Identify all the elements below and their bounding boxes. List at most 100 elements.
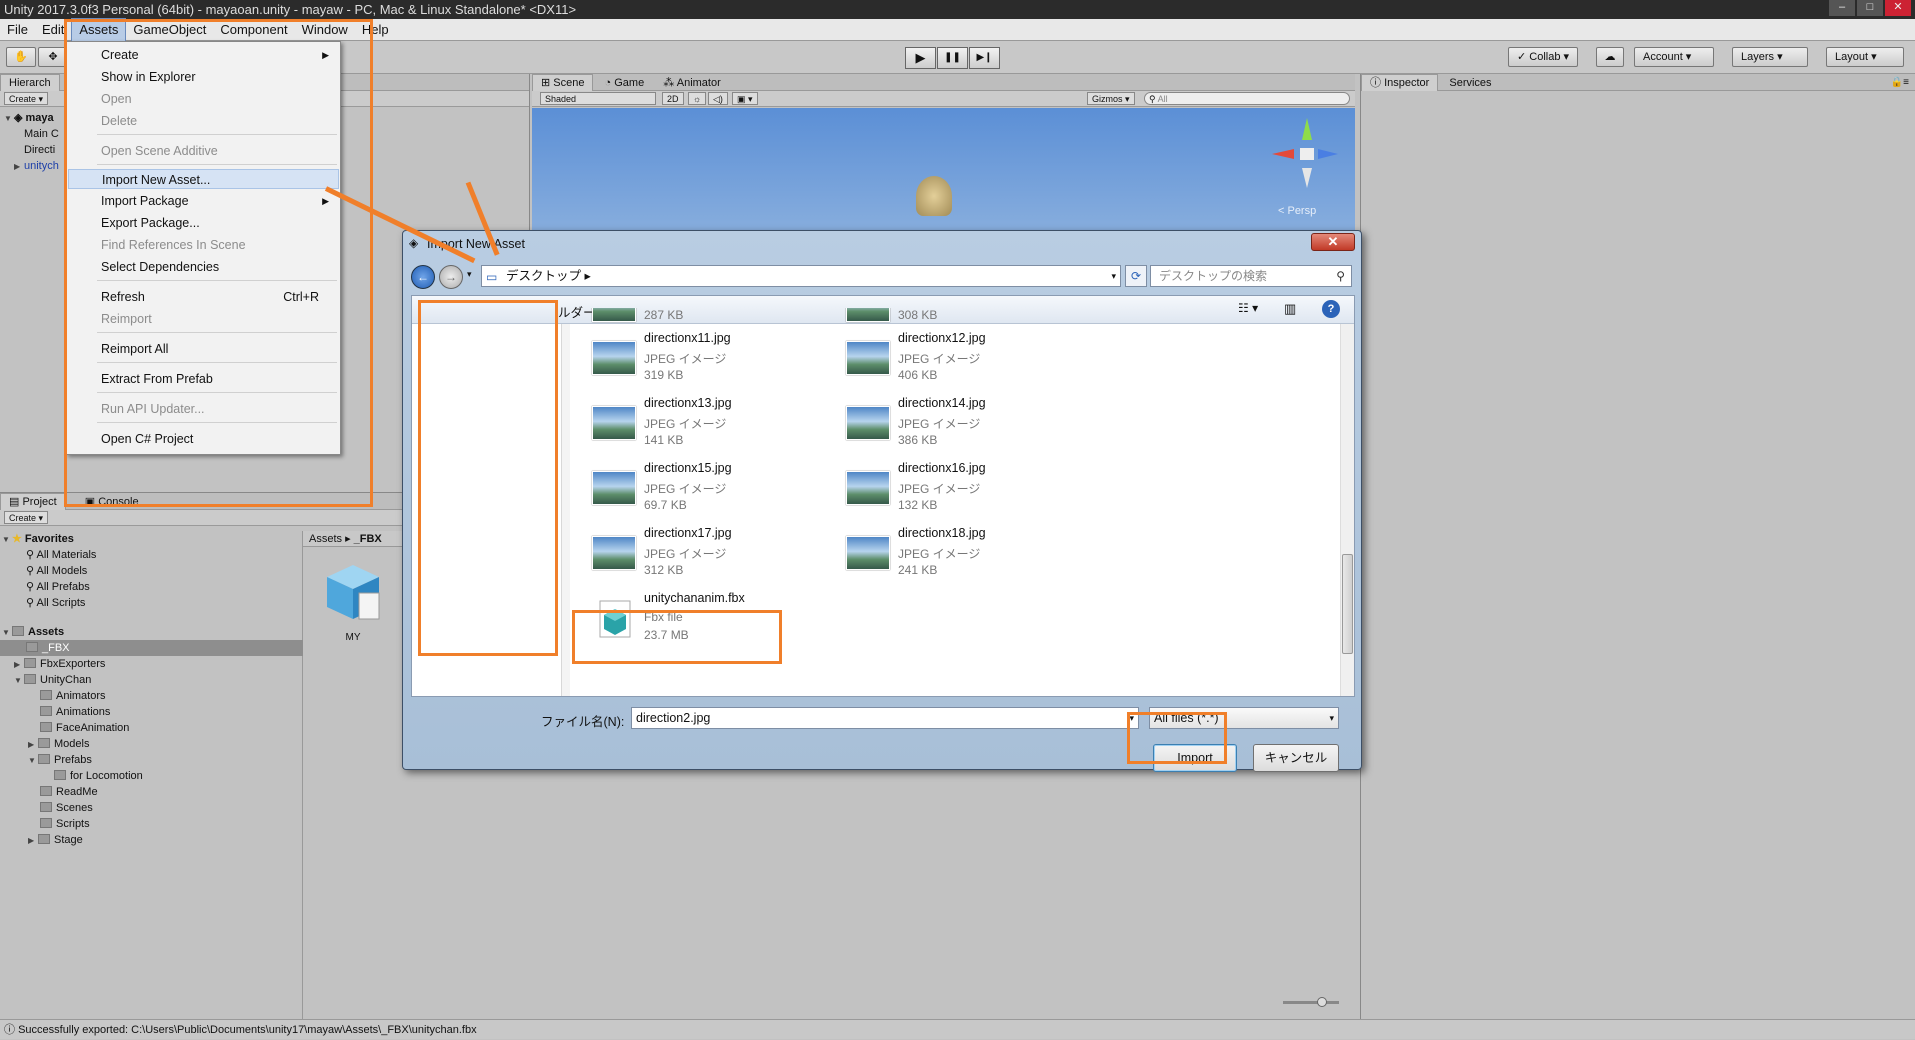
address-dropdown-icon[interactable]: ▾: [1111, 266, 1116, 286]
file-item[interactable]: directionx11.jpg JPEG イメージ 319 KB: [590, 331, 820, 391]
tree-folder[interactable]: FaceAnimation: [40, 720, 129, 736]
menu-help[interactable]: Help: [355, 19, 396, 41]
menu-item-show-in-explorer[interactable]: Show in Explorer: [68, 67, 339, 87]
tree-folder[interactable]: for Locomotion: [54, 768, 143, 784]
layout-dropdown[interactable]: Layout ▾: [1826, 47, 1904, 67]
minimize-icon[interactable]: –: [1829, 0, 1855, 16]
menu-item-select-dependencies[interactable]: Select Dependencies: [68, 257, 339, 277]
view-options-icon[interactable]: ☷ ▾: [1238, 301, 1258, 315]
menu-item-export-package[interactable]: Export Package...: [68, 213, 339, 233]
menu-item-extract-from-prefab[interactable]: Extract From Prefab: [68, 369, 339, 389]
layers-dropdown[interactable]: Layers ▾: [1732, 47, 1808, 67]
file-item[interactable]: directionx14.jpg JPEG イメージ 386 KB: [844, 396, 1074, 456]
dialog-search-input[interactable]: デスクトップの検索 ⚲: [1150, 265, 1352, 287]
breadcrumb-item[interactable]: _FBX: [354, 533, 382, 545]
scene-search-input[interactable]: ⚲ All: [1144, 92, 1350, 105]
tree-folder[interactable]: Animations: [40, 704, 110, 720]
zoom-slider[interactable]: [1283, 1001, 1339, 1004]
tree-folder-fbx[interactable]: _FBX: [0, 640, 303, 656]
menu-gameobject[interactable]: GameObject: [126, 19, 213, 41]
file-item[interactable]: 308 KB: [844, 308, 1074, 332]
scrollbar-thumb[interactable]: [1342, 554, 1353, 654]
hierarchy-scene-root[interactable]: ▼ ◈ maya: [4, 110, 54, 126]
tab-project[interactable]: ▤ Project: [0, 493, 66, 510]
breadcrumb-item[interactable]: Assets: [309, 533, 342, 545]
nav-pane-scrollbar[interactable]: [562, 324, 570, 696]
orientation-gizmo[interactable]: [1272, 118, 1338, 188]
menu-component[interactable]: Component: [213, 19, 294, 41]
hierarchy-item[interactable]: Main C: [24, 126, 59, 142]
favorite-item[interactable]: ⚲ All Prefabs: [26, 579, 90, 595]
dialog-close-button[interactable]: ✕: [1311, 233, 1355, 251]
step-button[interactable]: ▶❙: [969, 47, 1000, 69]
collab-button[interactable]: ✓ Collab ▾: [1508, 47, 1579, 67]
close-window-icon[interactable]: ✕: [1885, 0, 1911, 16]
tab-animator[interactable]: ⁂ Animator: [655, 75, 728, 92]
expand-arrow-icon[interactable]: ▶: [14, 657, 24, 673]
help-icon[interactable]: ?: [1322, 300, 1340, 318]
menu-item-reimport-all[interactable]: Reimport All: [68, 339, 339, 359]
menu-assets[interactable]: Assets: [71, 17, 127, 42]
gizmos-dropdown[interactable]: Gizmos ▾: [1087, 92, 1135, 105]
menu-item-import-package[interactable]: Import Package ▶: [68, 191, 339, 211]
menu-item-import-new-asset[interactable]: Import New Asset...: [68, 169, 339, 189]
project-create-button[interactable]: Create ▾: [4, 511, 49, 524]
tree-folder[interactable]: ▶ Models: [28, 736, 89, 752]
pause-button[interactable]: ❚❚: [937, 47, 968, 69]
favorite-item[interactable]: ⚲ All Scripts: [26, 595, 85, 611]
expand-arrow-icon[interactable]: ▶: [28, 833, 38, 849]
file-item[interactable]: directionx12.jpg JPEG イメージ 406 KB: [844, 331, 1074, 391]
expand-arrow-icon[interactable]: ▼: [4, 111, 14, 127]
preview-pane-icon[interactable]: ▥: [1284, 301, 1296, 317]
menu-item-create[interactable]: Create ▶: [68, 45, 339, 65]
lighting-icon[interactable]: ☼: [688, 92, 707, 105]
tree-folder[interactable]: Animators: [40, 688, 106, 704]
expand-arrow-icon[interactable]: ▼: [2, 532, 12, 548]
effects-icon[interactable]: ▣ ▾: [732, 92, 758, 105]
asset-tile[interactable]: MY: [325, 563, 381, 653]
tree-folder[interactable]: ▶ FbxExporters: [14, 656, 105, 672]
file-item[interactable]: 287 KB: [590, 308, 820, 332]
file-item[interactable]: directionx18.jpg JPEG イメージ 241 KB: [844, 526, 1074, 586]
back-button[interactable]: ←: [411, 265, 435, 289]
expand-arrow-icon[interactable]: ▶: [14, 159, 24, 175]
maximize-icon[interactable]: □: [1857, 0, 1883, 16]
expand-arrow-icon[interactable]: ▼: [2, 625, 12, 641]
tab-hierarchy[interactable]: Hierarch: [0, 74, 60, 91]
history-dropdown-icon[interactable]: ▾: [467, 269, 472, 280]
tab-game[interactable]: ◔ Game: [597, 75, 653, 92]
tree-folder[interactable]: ▼ UnityChan: [14, 672, 91, 688]
filename-dropdown-icon[interactable]: ▾: [1129, 708, 1134, 728]
2d-toggle[interactable]: 2D: [662, 92, 684, 105]
move-tool-icon[interactable]: ✥: [38, 47, 68, 67]
zoom-slider-thumb[interactable]: [1317, 997, 1327, 1007]
favorite-item[interactable]: ⚲ All Materials: [26, 547, 96, 563]
file-list-scrollbar[interactable]: [1340, 324, 1354, 696]
tab-scene[interactable]: ⊞ Scene: [532, 74, 594, 91]
tree-folder[interactable]: ▼ Prefabs: [28, 752, 92, 768]
assets-root[interactable]: ▼ Assets: [2, 624, 64, 640]
forward-button[interactable]: →: [439, 265, 463, 289]
file-item[interactable]: directionx13.jpg JPEG イメージ 141 KB: [590, 396, 820, 456]
cloud-icon[interactable]: ☁: [1596, 47, 1624, 67]
shading-dropdown[interactable]: Shaded: [540, 92, 656, 105]
expand-arrow-icon[interactable]: ▼: [28, 753, 38, 769]
tab-services[interactable]: Services: [1441, 75, 1499, 92]
file-item[interactable]: directionx16.jpg JPEG イメージ 132 KB: [844, 461, 1074, 521]
file-item[interactable]: directionx15.jpg JPEG イメージ 69.7 KB: [590, 461, 820, 521]
navigation-pane[interactable]: [412, 324, 562, 696]
account-dropdown[interactable]: Account ▾: [1634, 47, 1714, 67]
tab-console[interactable]: ▣ Console: [77, 494, 147, 511]
menu-edit[interactable]: Edit: [35, 19, 71, 41]
panel-menu-icon[interactable]: 🔒≡: [1891, 74, 1909, 91]
menu-item-open-csharp-project[interactable]: Open C# Project: [68, 429, 339, 449]
favorites-header[interactable]: ▼ ★ Favorites: [2, 531, 74, 547]
audio-icon[interactable]: ◁): [708, 92, 728, 105]
refresh-icon[interactable]: ⟳: [1125, 265, 1147, 287]
hierarchy-item[interactable]: Directi: [24, 142, 55, 158]
tree-folder[interactable]: Scripts: [40, 816, 90, 832]
tree-folder[interactable]: ReadMe: [40, 784, 98, 800]
hierarchy-item[interactable]: ▶ unitych: [14, 158, 59, 174]
tab-inspector[interactable]: ⓘ Inspector: [1361, 74, 1439, 91]
menu-item-refresh[interactable]: Refresh Ctrl+R: [68, 287, 339, 307]
